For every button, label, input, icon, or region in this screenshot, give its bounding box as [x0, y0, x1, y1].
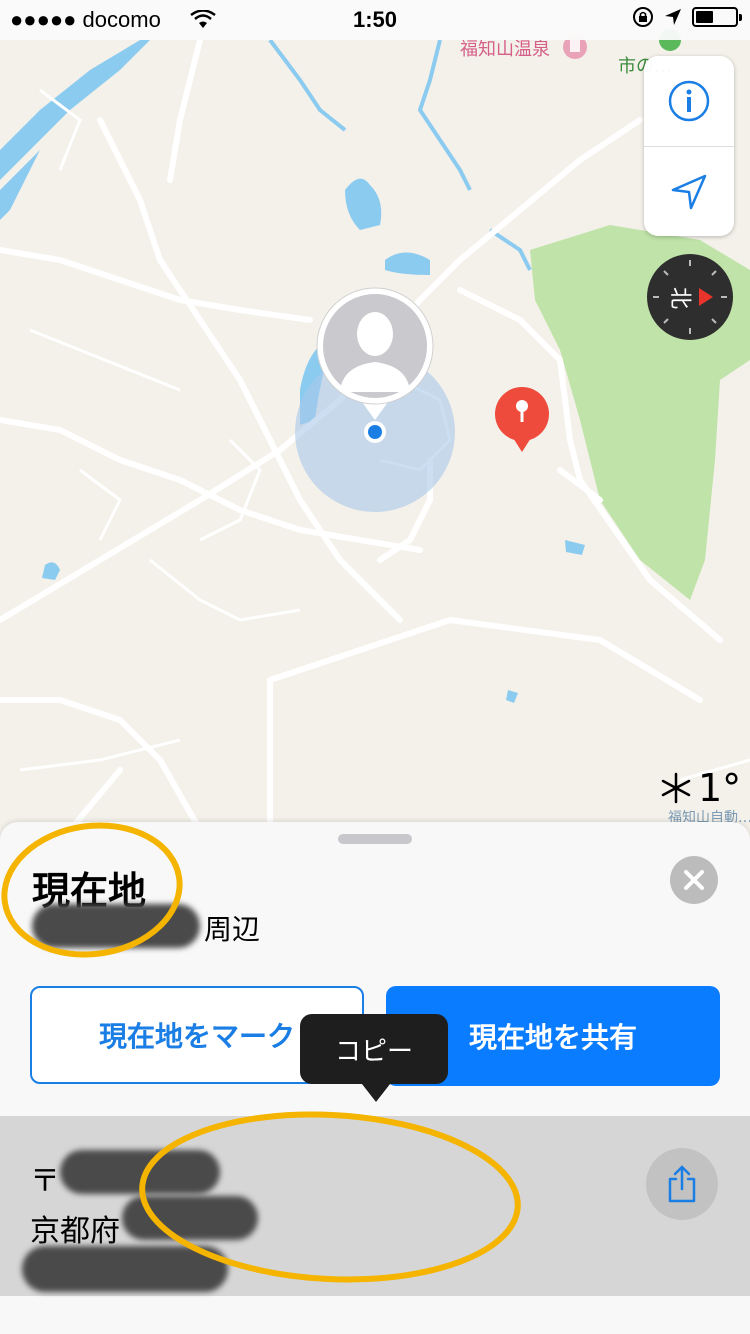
user-location-dot [368, 425, 382, 439]
redacted-text [122, 1196, 258, 1240]
address-row[interactable]: 〒 京都府 [0, 1116, 750, 1296]
postal-code-label: 〒 [30, 1164, 60, 1199]
snowflake-icon [661, 772, 691, 804]
location-arrow-icon [671, 174, 707, 210]
card-subtitle: 周辺 [204, 913, 261, 946]
copy-label[interactable]: コピー [335, 1031, 413, 1068]
map-canvas[interactable]: 福知山温泉 市の… 福知山自動… [0, 0, 750, 833]
redacted-text [22, 1246, 228, 1292]
weather-indicator: 1° [660, 766, 741, 810]
compass-icon: 北 [653, 260, 727, 334]
redacted-text [60, 1150, 220, 1194]
info-button[interactable] [644, 56, 734, 146]
share-icon [668, 1165, 696, 1203]
compass[interactable]: 北 [647, 254, 733, 340]
rotation-lock-icon [633, 7, 653, 27]
compass-north-label: 北 [667, 287, 692, 309]
copy-menu[interactable]: コピー [300, 1014, 448, 1102]
drag-handle[interactable] [338, 834, 412, 844]
info-icon [668, 80, 710, 122]
poi-label: 福知山温泉 [460, 39, 550, 60]
address-prefecture: 京都府 [30, 1214, 120, 1249]
map-view[interactable]: 福知山温泉 市の… 福知山自動… [0, 0, 750, 833]
battery-icon [692, 7, 742, 27]
close-icon [684, 870, 704, 890]
location-services-icon [665, 9, 681, 25]
share-button[interactable] [646, 1148, 718, 1220]
status-bar: ●●●●● docomo 1:50 [0, 0, 750, 40]
weather-temperature: 1° [698, 766, 742, 810]
redacted-text [32, 904, 200, 948]
current-location-button[interactable] [644, 147, 734, 237]
map-controls [644, 56, 734, 236]
close-button[interactable] [670, 856, 718, 904]
